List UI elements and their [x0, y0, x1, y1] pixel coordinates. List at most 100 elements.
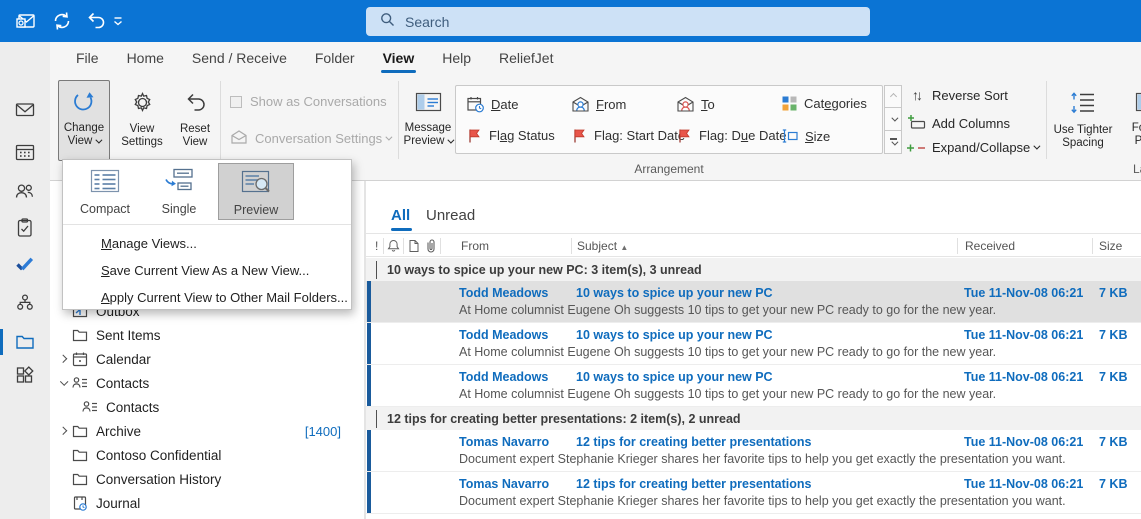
org-icon[interactable] — [14, 292, 36, 314]
chevron-right-icon[interactable] — [56, 427, 70, 435]
view-option-preview[interactable]: Preview — [218, 163, 294, 220]
group-header[interactable]: 10 ways to spice up your new PC: 3 item(… — [366, 258, 1141, 281]
folder-item-conversation-history[interactable]: Conversation History — [50, 467, 364, 491]
message-preview-button[interactable]: Message Preview — [402, 82, 455, 148]
arrange-date[interactable]: Date — [466, 95, 518, 114]
page-icon[interactable] — [408, 239, 420, 256]
tab-all-underline — [391, 228, 412, 231]
calendar-icon[interactable] — [14, 141, 36, 163]
journal-icon — [70, 494, 89, 512]
from-icon — [571, 95, 590, 114]
arrange-flag-start-date[interactable]: Flag: Start Date — [571, 127, 685, 144]
tab-folder[interactable]: Folder — [301, 42, 369, 76]
reset-view-icon — [183, 90, 208, 120]
outlook-app-icon — [14, 9, 38, 33]
reset-view-button[interactable]: Reset View — [172, 82, 218, 149]
subject-column-header[interactable]: Subject ▲ — [577, 239, 628, 253]
importance-column-header[interactable]: ! — [375, 239, 378, 253]
folder-item-contacts[interactable]: Contacts — [50, 371, 364, 395]
arrange-flag-status[interactable]: Flag Status — [466, 127, 555, 144]
message-row[interactable]: Todd Meadows 10 ways to spice up your ne… — [366, 281, 1141, 323]
group-separator — [220, 81, 221, 159]
tab-file[interactable]: File — [62, 42, 113, 76]
received-column-header[interactable]: Received — [965, 239, 1015, 253]
folder-item-calendar[interactable]: Calendar — [50, 347, 364, 371]
search-input[interactable] — [405, 13, 825, 30]
folder-pane-button[interactable]: FolderPane — [1118, 82, 1141, 148]
change-view-button[interactable]: Change View — [58, 80, 110, 161]
tab-send-receive[interactable]: Send / Receive — [178, 42, 301, 76]
sort-ascending-icon: ▲ — [620, 243, 629, 252]
message-preview-text: At Home columnist Eugene Oh suggests 10 … — [459, 303, 997, 317]
todo-icon[interactable] — [14, 253, 36, 275]
arrange-to[interactable]: To — [676, 95, 715, 114]
chevron-down-icon — [385, 133, 393, 141]
view-option-single[interactable]: Single — [147, 163, 211, 220]
mail-icon[interactable] — [14, 99, 36, 121]
view-settings-button[interactable]: View Settings — [116, 82, 168, 149]
folder-item-contoso-confidential[interactable]: Contoso Confidential — [50, 443, 364, 467]
tasks-icon[interactable] — [14, 217, 36, 239]
undo-icon[interactable] — [84, 9, 108, 33]
chevron-right-icon[interactable] — [56, 355, 70, 363]
menu-item-manage-views[interactable]: Manage Views... — [63, 230, 351, 257]
size-column-header[interactable]: Size — [1099, 239, 1122, 253]
tab-home[interactable]: Home — [113, 42, 178, 76]
folder-item-sent-items[interactable]: Sent Items — [50, 323, 364, 347]
tab-reliefjet[interactable]: ReliefJet — [485, 42, 567, 76]
message-subject: 10 ways to spice up your new PC — [576, 370, 773, 384]
message-received: Tue 11-Nov-08 06:21 — [964, 328, 1084, 342]
message-row[interactable]: Todd Meadows 10 ways to spice up your ne… — [366, 323, 1141, 365]
tab-unread[interactable]: Unread — [426, 207, 475, 224]
arrange-flag-due-date[interactable]: Flag: Due Date — [676, 127, 786, 144]
folder-icon[interactable] — [14, 331, 36, 353]
folder-item-journal[interactable]: Journal — [50, 491, 364, 515]
chevron-down-icon — [376, 409, 377, 428]
menu-item-save-current-view[interactable]: Save Current View As a New View... — [63, 257, 351, 284]
folder-icon — [70, 470, 89, 488]
message-row[interactable]: Tomas Navarro 12 tips for creating bette… — [366, 430, 1141, 472]
to-icon — [676, 95, 695, 114]
gallery-more-button[interactable] — [884, 131, 902, 154]
compact-view-icon — [90, 168, 120, 199]
group-separator — [398, 81, 399, 159]
chevron-down-icon — [376, 260, 377, 279]
arrange-categories[interactable]: Categories — [781, 95, 867, 112]
expand-collapse-button[interactable]: Expand/Collapse — [906, 140, 1041, 155]
arrange-from[interactable]: From — [571, 95, 626, 114]
gallery-scrollbar[interactable] — [884, 85, 902, 154]
apps-icon[interactable] — [14, 364, 36, 386]
folder-icon — [70, 326, 89, 344]
search-bar[interactable] — [366, 7, 870, 36]
use-tighter-spacing-button[interactable]: Use Tighter Spacing — [1054, 82, 1112, 150]
tighter-spacing-icon — [1070, 90, 1096, 121]
sync-icon[interactable] — [50, 9, 74, 33]
contacts-icon — [80, 398, 99, 416]
paperclip-icon[interactable] — [424, 238, 436, 256]
message-preview-icon — [415, 90, 442, 119]
folder-item-contacts-sub[interactable]: Contacts — [50, 395, 364, 419]
add-columns-button[interactable]: Add Columns — [906, 114, 1010, 132]
tab-help[interactable]: Help — [428, 42, 485, 76]
view-option-compact[interactable]: Compact — [69, 163, 141, 220]
message-subject: 12 tips for creating better presentation… — [576, 477, 812, 491]
message-size: 7 KB — [1099, 286, 1128, 300]
from-column-header[interactable]: From — [461, 239, 489, 253]
reverse-sort-button[interactable]: ↑↓ Reverse Sort — [906, 87, 1008, 103]
gallery-scroll-up[interactable] — [884, 85, 902, 108]
chevron-down-icon[interactable] — [56, 377, 70, 386]
gallery-scroll-down[interactable] — [884, 108, 902, 131]
tab-all[interactable]: All — [391, 207, 410, 224]
arrange-size[interactable]: Size — [781, 127, 830, 145]
menu-item-apply-current-view[interactable]: Apply Current View to Other Mail Folders… — [63, 284, 351, 311]
folder-item-archive[interactable]: Archive [1400] — [50, 419, 364, 443]
tab-view[interactable]: View — [369, 42, 429, 76]
message-received: Tue 11-Nov-08 06:21 — [964, 370, 1084, 384]
message-row[interactable]: Todd Meadows 10 ways to spice up your ne… — [366, 365, 1141, 407]
group-header[interactable]: 12 tips for creating better presentation… — [366, 407, 1141, 430]
people-icon[interactable] — [14, 181, 36, 203]
bell-icon[interactable] — [387, 239, 400, 255]
flag-icon — [466, 127, 483, 144]
message-row[interactable]: Tomas Navarro 12 tips for creating bette… — [366, 472, 1141, 514]
qat-chevron-icon[interactable] — [110, 9, 126, 33]
